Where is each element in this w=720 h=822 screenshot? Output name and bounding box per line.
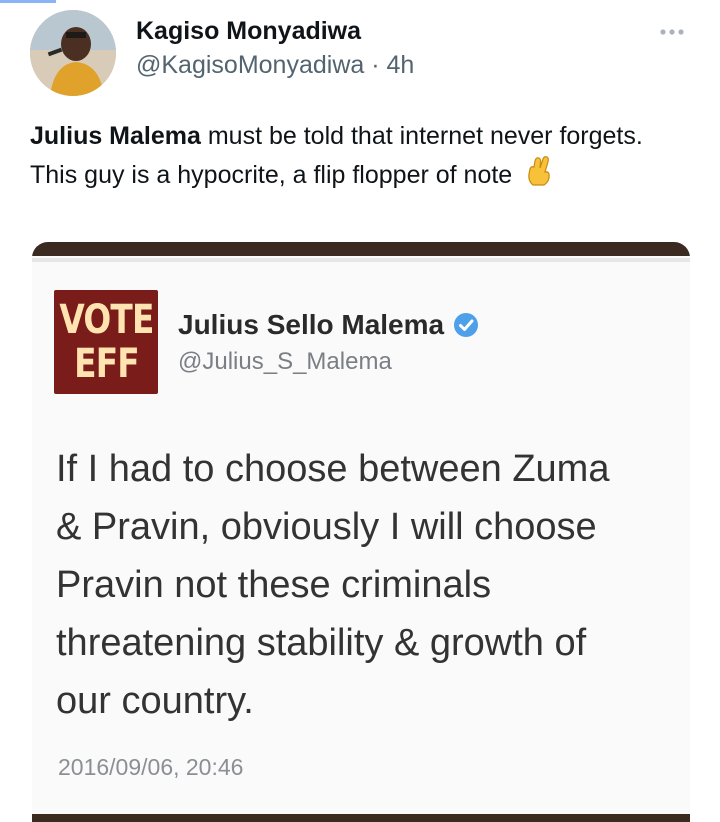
- more-options-icon[interactable]: [652, 20, 692, 44]
- embedded-screenshot[interactable]: VOTE EFF Julius Sello Malema @Julius_S_M…: [32, 242, 690, 822]
- verified-badge-icon: [454, 313, 479, 337]
- media-top-border: [32, 242, 690, 256]
- logo-word-vote: VOTE: [58, 297, 154, 343]
- embedded-text-line: Pravin not these criminals: [56, 564, 492, 606]
- author-handle[interactable]: @KagisoMonyadiwa: [136, 51, 364, 79]
- avatar-image: [30, 10, 116, 96]
- tweet-time[interactable]: 4h: [387, 51, 415, 79]
- crossed-fingers-icon: [525, 155, 555, 198]
- vote-eff-logo: VOTE EFF: [54, 290, 158, 394]
- author-handle-row: @KagisoMonyadiwa · 4h: [136, 49, 414, 81]
- embedded-tweet-text: If I had to choose between Zuma & Pravin…: [56, 440, 690, 730]
- embedded-text-line: & Pravin, obviously I will choose: [56, 506, 597, 548]
- avatar[interactable]: [30, 10, 116, 96]
- top-accent-bar: [0, 0, 56, 3]
- embedded-author-handle: @Julius_S_Malema: [178, 348, 392, 375]
- author-display-name[interactable]: Kagiso Monyadiwa: [136, 15, 414, 47]
- separator-dot: ·: [371, 51, 380, 79]
- embedded-name-row: Julius Sello Malema: [178, 308, 480, 342]
- tweet-author: Kagiso Monyadiwa @KagisoMonyadiwa · 4h: [136, 15, 414, 81]
- embedded-text-line: threatening stability & growth of: [56, 622, 587, 664]
- embedded-timestamp: 2016/09/06, 20:46: [58, 754, 244, 780]
- embedded-author-name: Julius Sello Malema: [178, 309, 445, 340]
- embedded-author: Julius Sello Malema @Julius_S_Malema: [178, 308, 480, 376]
- tweet-text: Julius Malema must be told that internet…: [30, 118, 680, 198]
- embedded-text-line: our country.: [56, 680, 254, 722]
- mention-link[interactable]: Julius Malema: [30, 122, 201, 150]
- logo-word-eff: EFF: [73, 341, 140, 387]
- embedded-text-line: If I had to choose between Zuma: [56, 448, 610, 490]
- media-bottom-border: [32, 814, 690, 822]
- media-divider: [32, 258, 690, 262]
